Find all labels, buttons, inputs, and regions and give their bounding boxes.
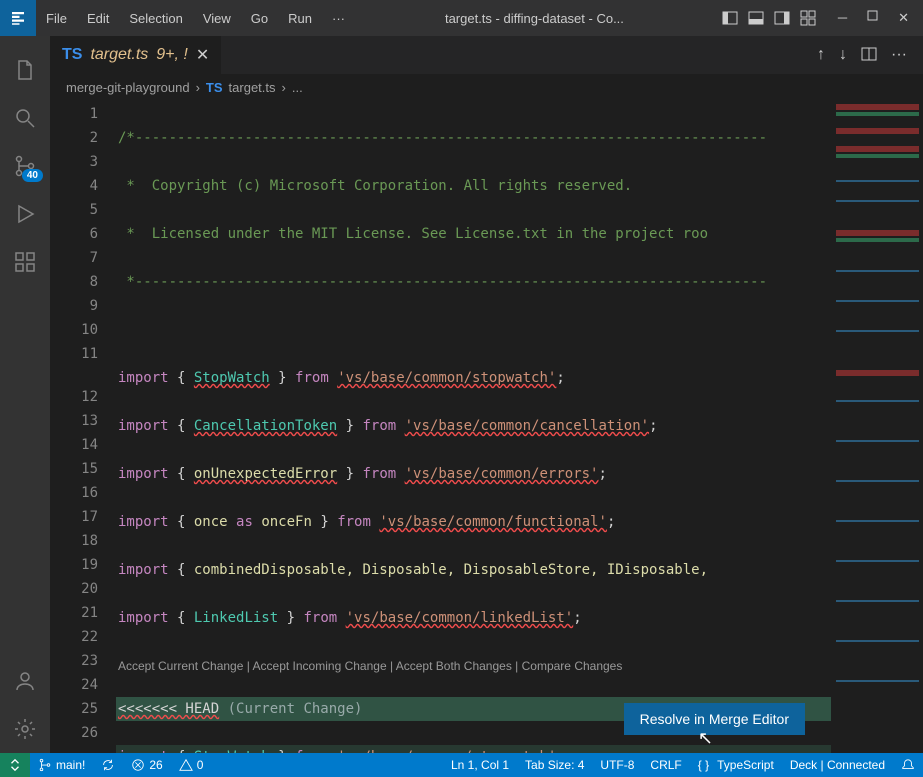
language-mode[interactable]: { }TypeScript [690,753,782,777]
menu-run[interactable]: Run [278,11,322,26]
line-gutter: 1234567891011 12131415161718192021222324… [50,100,116,753]
explorer-icon[interactable] [1,46,49,94]
titlebar: File Edit Selection View Go Run ··· targ… [0,0,923,36]
chevron-right-icon: › [196,80,200,95]
problems-warnings[interactable]: 0 [171,753,212,777]
toggle-panel-left-icon[interactable] [722,10,738,26]
chevron-right-icon: › [282,80,286,95]
source-control-icon[interactable]: 40 [1,142,49,190]
menu-bar: File Edit Selection View Go Run ··· [36,11,355,26]
menu-file[interactable]: File [36,11,77,26]
menu-go[interactable]: Go [241,11,278,26]
next-change-icon[interactable]: ↓ [839,46,847,64]
compare-changes-link[interactable]: Compare Changes [522,659,623,673]
breadcrumb-file[interactable]: target.ts [229,80,276,95]
eol[interactable]: CRLF [642,753,689,777]
app-logo [0,0,36,36]
status-bar: main! 26 0 Ln 1, Col 1 Tab Size: 4 UTF-8… [0,753,923,777]
minimap[interactable] [831,100,923,753]
extensions-icon[interactable] [1,238,49,286]
deck-status[interactable]: Deck | Connected [782,753,893,777]
tab-filename: target.ts [90,46,148,64]
toggle-panel-bottom-icon[interactable] [748,10,764,26]
problems-errors[interactable]: 26 [123,753,170,777]
cursor-position[interactable]: Ln 1, Col 1 [443,753,517,777]
more-actions-icon[interactable]: ··· [891,46,907,64]
accept-both-link[interactable]: Accept Both Changes [396,659,512,673]
tab-target-ts[interactable]: TS target.ts 9+, ! ✕ [50,36,221,74]
typescript-icon: TS [206,80,223,95]
git-branch[interactable]: main! [30,753,93,777]
breadcrumb[interactable]: merge-git-playground › TS target.ts › ..… [50,74,923,100]
encoding[interactable]: UTF-8 [592,753,642,777]
menu-selection[interactable]: Selection [119,11,192,26]
minimize-icon[interactable]: ─ [838,10,847,26]
accept-current-link[interactable]: Accept Current Change [118,659,243,673]
window-controls: ─ ✕ [824,10,923,26]
tab-modified-indicator: 9+, ! [156,46,188,64]
close-window-icon[interactable]: ✕ [898,10,909,26]
conflict-codelens: Accept Current Change | Accept Incoming … [116,654,831,673]
breadcrumb-more[interactable]: ... [292,80,303,95]
typescript-icon: TS [62,46,82,64]
split-editor-icon[interactable] [861,46,877,64]
search-icon[interactable] [1,94,49,142]
prev-change-icon[interactable]: ↑ [817,46,825,64]
resolve-merge-editor-button[interactable]: Resolve in Merge Editor [624,703,805,735]
sync-changes[interactable] [93,753,123,777]
maximize-icon[interactable] [867,10,878,26]
customize-layout-icon[interactable] [800,10,816,26]
scm-badge: 40 [22,169,43,182]
code-editor[interactable]: /*--------------------------------------… [116,100,831,753]
editor-area: TS target.ts 9+, ! ✕ ↑ ↓ ··· merge-git-p… [50,36,923,753]
close-tab-icon[interactable]: ✕ [196,45,209,65]
activity-bar: 40 [0,36,50,753]
menu-edit[interactable]: Edit [77,11,119,26]
notifications-icon[interactable] [893,753,923,777]
menu-more[interactable]: ··· [322,11,355,26]
run-debug-icon[interactable] [1,190,49,238]
breadcrumb-folder[interactable]: merge-git-playground [66,80,190,95]
tab-size[interactable]: Tab Size: 4 [517,753,592,777]
editor-tabs: TS target.ts 9+, ! ✕ ↑ ↓ ··· [50,36,923,74]
accounts-icon[interactable] [1,657,49,705]
layout-controls [714,10,824,26]
menu-view[interactable]: View [193,11,241,26]
toggle-panel-right-icon[interactable] [774,10,790,26]
settings-gear-icon[interactable] [1,705,49,753]
accept-incoming-link[interactable]: Accept Incoming Change [253,659,387,673]
window-title: target.ts - diffing-dataset - Co... [355,11,714,26]
remote-indicator[interactable] [0,753,30,777]
